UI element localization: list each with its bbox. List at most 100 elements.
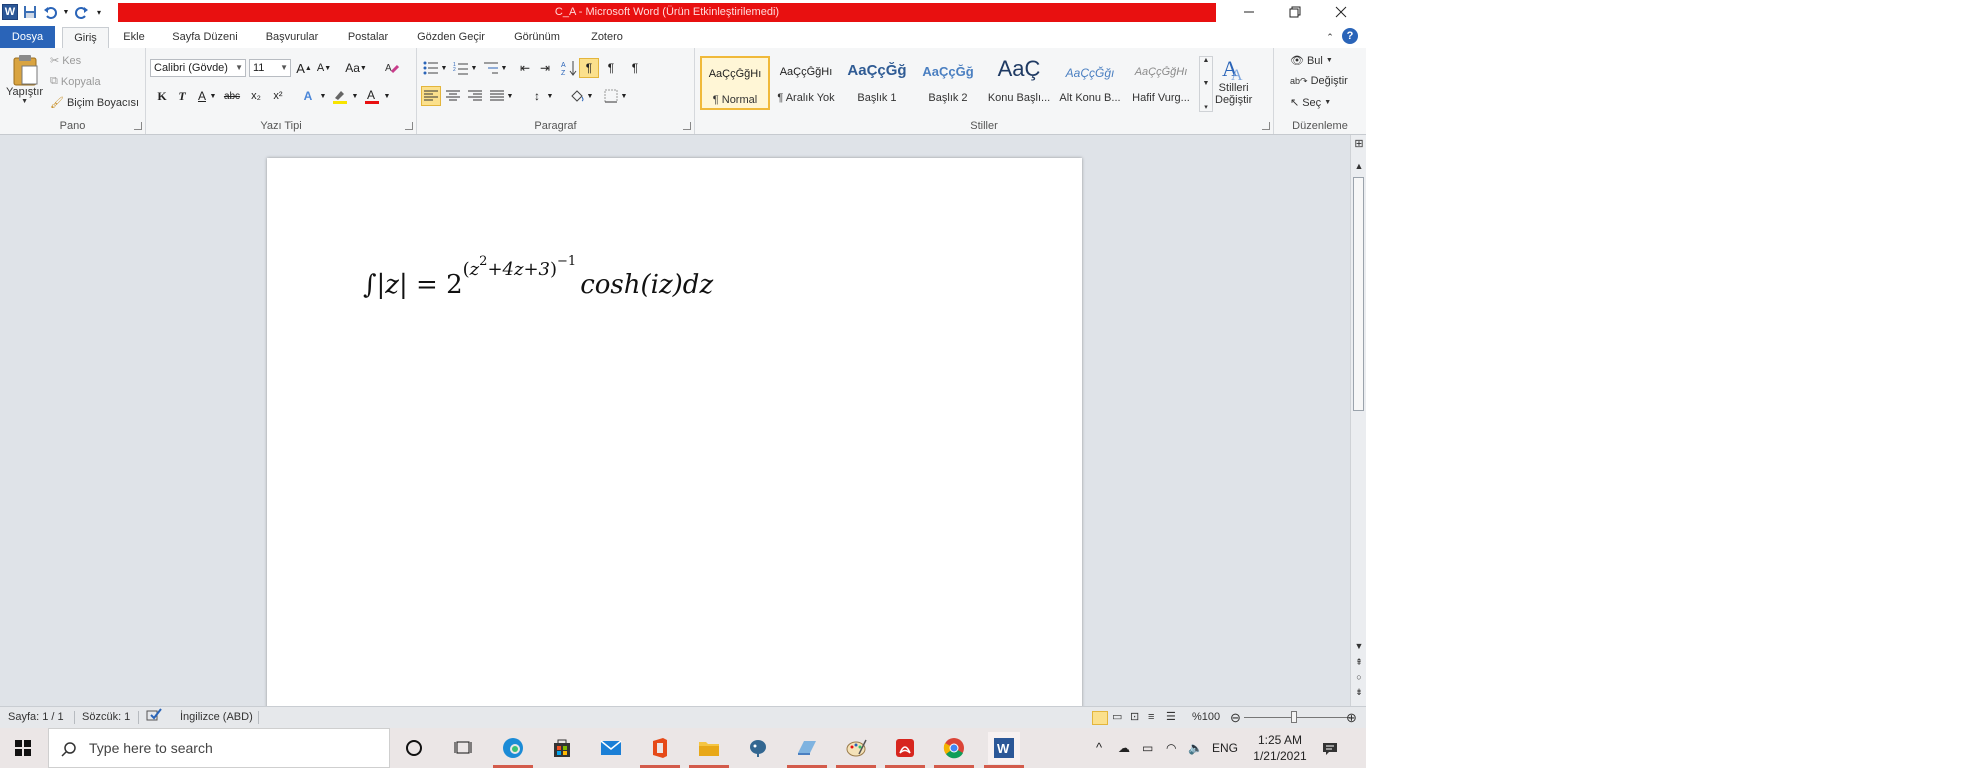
style-title[interactable]: AaÇ Konu Başlı...: [984, 56, 1054, 110]
zoom-slider-thumb[interactable]: [1291, 711, 1297, 723]
notes-app-icon[interactable]: [795, 736, 819, 760]
styles-launcher-icon[interactable]: [1262, 122, 1270, 130]
change-case-button[interactable]: Aa ▼: [342, 58, 370, 78]
restore-button[interactable]: [1272, 0, 1318, 24]
previous-page-icon[interactable]: ⇞: [1351, 657, 1366, 668]
styles-gallery-scroll[interactable]: ▲ ▼ ▾: [1199, 56, 1213, 112]
increase-indent-icon[interactable]: ⇥: [535, 58, 555, 78]
tab-file[interactable]: Dosya: [0, 26, 55, 48]
align-right-button[interactable]: [465, 86, 485, 106]
decrease-indent-icon[interactable]: ⇤: [515, 58, 535, 78]
store-icon[interactable]: [550, 736, 574, 760]
tab-view[interactable]: Görünüm: [504, 27, 570, 47]
align-left-button[interactable]: [421, 86, 441, 106]
postgres-icon[interactable]: [746, 736, 770, 760]
show-hidden-icons-icon[interactable]: ^: [1096, 728, 1102, 768]
subscript-button[interactable]: x₂: [246, 86, 266, 106]
multilevel-list-icon[interactable]: [481, 58, 501, 78]
chrome-icon[interactable]: [942, 736, 966, 760]
tab-mailings[interactable]: Postalar: [338, 27, 398, 47]
shading-dropdown-icon[interactable]: ▼: [585, 86, 595, 106]
style-no-spacing[interactable]: AaÇçĞğHı ¶ Aralık Yok: [771, 56, 841, 110]
cortana-icon[interactable]: [402, 736, 426, 760]
style-subtitle[interactable]: AaÇçĞğı Alt Konu B...: [1055, 56, 1125, 110]
volume-icon[interactable]: 🔈: [1188, 728, 1203, 768]
word-taskbar-icon[interactable]: W: [988, 732, 1020, 764]
taskbar-search-box[interactable]: Type here to search: [48, 728, 390, 768]
edge-browser-icon[interactable]: [501, 736, 525, 760]
vertical-scrollbar[interactable]: ⊞ ▲ ▼ ⇞ ○ ⇟: [1350, 135, 1366, 706]
style-heading-2[interactable]: AaÇçĞğ Başlık 2: [913, 56, 983, 110]
clock-time[interactable]: 1:25 AM: [1252, 732, 1308, 748]
undo-dropdown-icon[interactable]: ▼: [62, 4, 70, 20]
change-styles-button[interactable]: AA Stilleri Değiştir: [1215, 54, 1252, 106]
print-layout-view-icon[interactable]: [1092, 711, 1108, 725]
zoom-out-button[interactable]: ⊖: [1230, 707, 1241, 728]
customize-qat-icon[interactable]: ▾: [94, 4, 104, 20]
save-icon[interactable]: [22, 4, 38, 20]
full-screen-reading-icon[interactable]: ▭: [1112, 707, 1122, 728]
next-page-icon[interactable]: ⇟: [1351, 687, 1366, 698]
shrink-font-button[interactable]: A ▼: [314, 58, 334, 78]
equation[interactable]: ∫|z| = 2(z2+4z+3)−1cosh(iz)dz: [363, 254, 713, 300]
grow-font-button[interactable]: A ▲: [294, 58, 314, 78]
onedrive-icon[interactable]: ☁: [1118, 728, 1130, 768]
highlight-icon[interactable]: [330, 86, 350, 106]
notifications-icon[interactable]: [1322, 728, 1338, 768]
zoom-in-button[interactable]: ⊕: [1346, 707, 1357, 728]
clipboard-launcher-icon[interactable]: [134, 122, 142, 130]
text-effects-icon[interactable]: A: [298, 86, 318, 106]
minimize-button[interactable]: [1226, 0, 1272, 24]
strikethrough-button[interactable]: abc: [220, 86, 244, 106]
battery-icon[interactable]: ▭: [1142, 728, 1153, 768]
tab-home[interactable]: Giriş: [62, 27, 109, 49]
document-page[interactable]: ∫|z| = 2(z2+4z+3)−1cosh(iz)dz: [267, 158, 1082, 706]
bullets-icon[interactable]: [421, 58, 441, 78]
zoom-level[interactable]: %100: [1192, 707, 1220, 728]
superscript-button[interactable]: x²: [268, 86, 288, 106]
borders-dropdown-icon[interactable]: ▼: [619, 86, 629, 106]
scroll-down-arrow-icon[interactable]: ▼: [1351, 641, 1366, 651]
ruler-toggle-icon[interactable]: ⊞: [1351, 137, 1366, 150]
bullets-dropdown-icon[interactable]: ▼: [439, 58, 449, 78]
rtl-paragraph-button[interactable]: ¶: [601, 58, 621, 78]
clock-date[interactable]: 1/21/2021: [1252, 748, 1308, 764]
multilevel-dropdown-icon[interactable]: ▼: [499, 58, 509, 78]
style-heading-1[interactable]: AaÇçĞğ Başlık 1: [842, 56, 912, 110]
justify-dropdown-icon[interactable]: ▼: [505, 86, 515, 106]
numbering-icon[interactable]: 12: [451, 58, 471, 78]
align-center-button[interactable]: [443, 86, 463, 106]
tab-insert[interactable]: Ekle: [117, 27, 151, 47]
acrobat-icon[interactable]: [893, 736, 917, 760]
font-size-combo[interactable]: 11 ▼: [249, 59, 291, 77]
redo-icon[interactable]: [74, 4, 90, 20]
mail-icon[interactable]: [599, 736, 623, 760]
paint-app-icon[interactable]: [844, 736, 868, 760]
shading-icon[interactable]: [567, 86, 587, 106]
word-count[interactable]: Sözcük: 1: [82, 707, 130, 728]
font-color-dropdown-icon[interactable]: ▼: [382, 86, 392, 106]
select-button[interactable]: ↖ Seç ▼: [1290, 96, 1331, 110]
help-icon[interactable]: ?: [1342, 28, 1358, 44]
numbering-dropdown-icon[interactable]: ▼: [469, 58, 479, 78]
underline-dropdown-icon[interactable]: ▼: [208, 86, 218, 106]
input-language[interactable]: ENG: [1212, 728, 1238, 768]
borders-icon[interactable]: [601, 86, 621, 106]
tab-references[interactable]: Başvurular: [258, 27, 326, 47]
word-logo-icon[interactable]: W: [2, 4, 18, 20]
page-count[interactable]: Sayfa: 1 / 1: [8, 707, 64, 728]
sort-icon[interactable]: AZ: [559, 58, 579, 78]
format-painter-button[interactable]: 🖌 Biçim Boyacısı: [50, 96, 139, 110]
show-marks-button[interactable]: ¶: [625, 58, 645, 78]
cut-button[interactable]: ✂ Kes: [50, 54, 81, 68]
tab-review[interactable]: Gözden Geçir: [410, 27, 492, 47]
tab-zotero[interactable]: Zotero: [582, 27, 632, 47]
highlight-dropdown-icon[interactable]: ▼: [350, 86, 360, 106]
web-layout-icon[interactable]: ⊡: [1130, 707, 1139, 728]
zoom-slider[interactable]: [1244, 717, 1350, 718]
bold-button[interactable]: K: [152, 86, 172, 106]
line-spacing-icon[interactable]: ↕: [527, 86, 547, 106]
clear-formatting-icon[interactable]: A: [382, 58, 402, 78]
scroll-thumb[interactable]: [1353, 177, 1364, 411]
language-indicator[interactable]: İngilizce (ABD): [180, 707, 253, 728]
